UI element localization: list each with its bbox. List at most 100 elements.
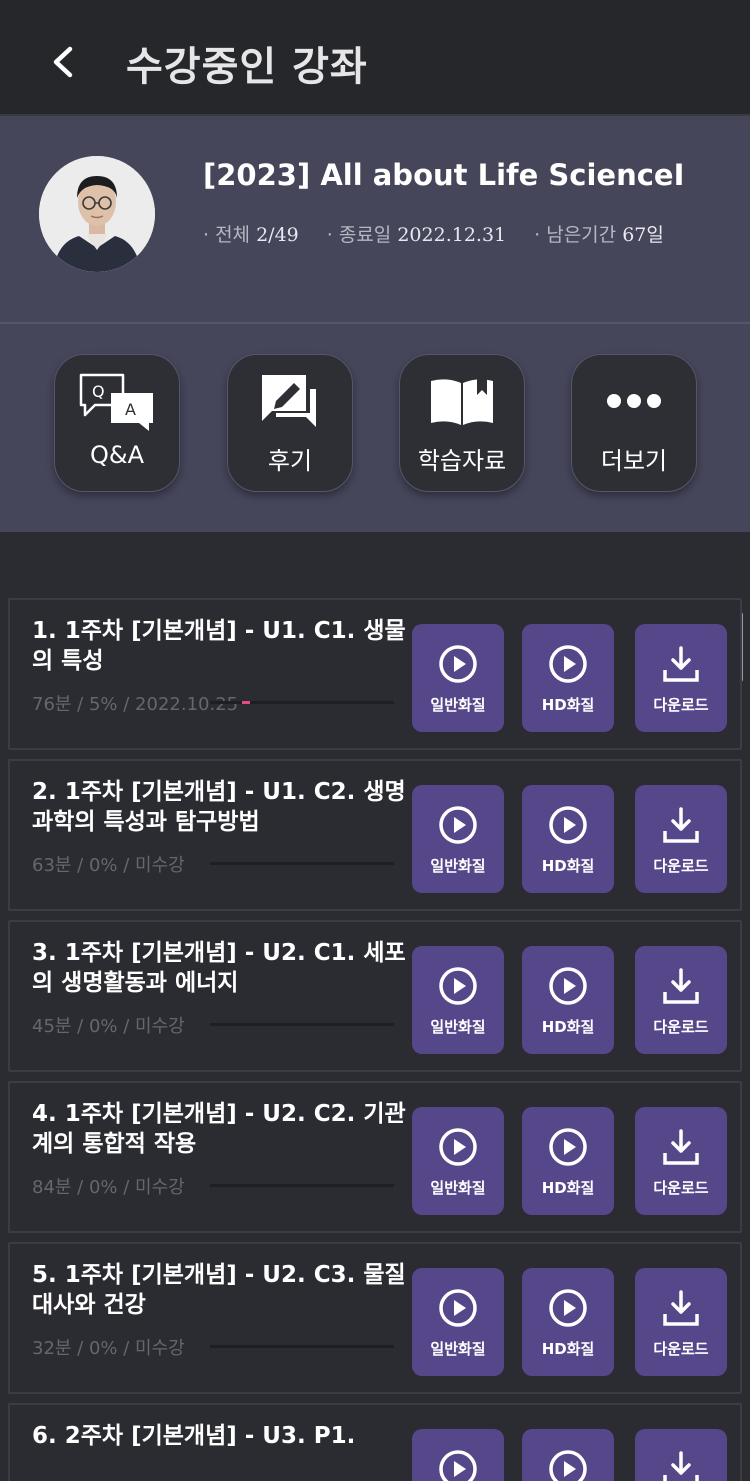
lecture-meta: 63분 / 0% / 미수강 — [32, 855, 185, 876]
lecture-meta: 76분 / 5% / 2022.10.25 — [32, 694, 239, 715]
play-icon — [522, 1286, 614, 1330]
play-normal-button[interactable]: 일반화질 — [412, 785, 504, 893]
lecture-item[interactable]: 1. 1주차 [기본개념] - U1. C1. 생물의 특성 76분 / 5% /… — [8, 598, 742, 750]
top-bar: 수강중인 강좌 — [0, 0, 750, 116]
play-hd-label: HD화질 — [541, 696, 595, 714]
progress-bar — [210, 701, 394, 704]
play-normal-button[interactable]: 일반화질 — [412, 1107, 504, 1215]
meta-total: · 전체 2/49 — [203, 220, 299, 247]
review-button[interactable]: 후기 — [227, 354, 353, 492]
play-hd-label: HD화질 — [541, 1340, 595, 1358]
play-hd-button[interactable]: HD화질 — [522, 946, 614, 1054]
materials-button[interactable]: 학습자료 — [399, 354, 525, 492]
course-title: [2023] All about Life ScienceI — [203, 158, 685, 192]
download-label: 다운로드 — [653, 1340, 709, 1358]
play-hd-button[interactable]: HD화질 — [522, 785, 614, 893]
meta-total-label: · 전체 — [203, 224, 251, 246]
play-normal-button[interactable]: 일반화질 — [412, 624, 504, 732]
play-normal-label: 일반화질 — [430, 1018, 486, 1036]
play-icon — [412, 1125, 504, 1169]
play-icon — [522, 803, 614, 847]
lecture-item[interactable]: 4. 1주차 [기본개념] - U2. C2. 기관계의 통합적 작용 84분 /… — [8, 1081, 742, 1233]
lecture-meta: 84분 / 0% / 미수강 — [32, 1177, 185, 1198]
download-label: 다운로드 — [653, 857, 709, 875]
play-icon — [412, 1447, 504, 1481]
play-normal-label: 일반화질 — [430, 1340, 486, 1358]
lecture-title: 3. 1주차 [기본개념] - U2. C1. 세포의 생명활동과 에너지 — [32, 940, 406, 996]
lecture-meta: 45분 / 0% / 미수강 — [32, 1016, 185, 1037]
course-meta: · 전체 2/49 · 종료일 2022.12.31 · 남은기간 67일 — [203, 220, 692, 247]
play-normal-label: 일반화질 — [430, 1179, 486, 1197]
download-icon — [635, 1286, 727, 1330]
download-icon — [635, 803, 727, 847]
back-button[interactable] — [40, 40, 84, 84]
meta-end-date: · 종료일 2022.12.31 — [327, 220, 506, 247]
play-normal-button[interactable]: 일반화질 — [412, 1429, 504, 1481]
download-label: 다운로드 — [653, 1018, 709, 1036]
svg-text:A: A — [125, 400, 136, 419]
meta-end-date-value: 2022.12.31 — [397, 224, 507, 246]
more-button[interactable]: 더보기 — [571, 354, 697, 492]
download-icon — [635, 642, 727, 686]
lecture-title: 6. 2주차 [기본개념] - U3. P1. — [32, 1423, 356, 1449]
play-hd-button[interactable]: HD화질 — [522, 1429, 614, 1481]
play-hd-button[interactable]: HD화질 — [522, 624, 614, 732]
more-label: 더보기 — [600, 447, 668, 475]
lecture-title: 4. 1주차 [기본개념] - U2. C2. 기관계의 통합적 작용 — [32, 1101, 406, 1157]
lecture-item[interactable]: 6. 2주차 [기본개념] - U3. P1. 일반화질 HD화질 다운로드 — [8, 1403, 742, 1481]
play-hd-label: HD화질 — [541, 1018, 595, 1036]
download-icon — [635, 1125, 727, 1169]
play-normal-button[interactable]: 일반화질 — [412, 1268, 504, 1376]
meta-end-date-label: · 종료일 — [326, 224, 392, 246]
progress-bar — [210, 1184, 394, 1187]
download-button[interactable]: 다운로드 — [635, 1107, 727, 1215]
more-icon — [572, 369, 696, 433]
download-label: 다운로드 — [653, 696, 709, 714]
course-info-panel: [2023] All about Life ScienceI · 전체 2/49… — [0, 116, 750, 324]
lecture-meta: 32분 / 0% / 미수강 — [32, 1338, 185, 1359]
lecture-title: 5. 1주차 [기본개념] - U2. C3. 물질대사와 건강 — [32, 1262, 406, 1318]
review-icon — [228, 369, 352, 433]
chevron-left-icon — [53, 46, 73, 78]
progress-bar — [210, 862, 394, 865]
svg-text:Q: Q — [92, 382, 105, 401]
play-icon — [412, 964, 504, 1008]
play-hd-label: HD화질 — [541, 857, 595, 875]
progress-fill — [242, 701, 250, 704]
instructor-avatar — [39, 156, 155, 272]
play-icon — [412, 642, 504, 686]
meta-remaining-label: · 남은기간 — [534, 224, 617, 246]
progress-bar — [210, 1023, 394, 1026]
play-icon — [412, 803, 504, 847]
download-icon — [635, 1447, 727, 1481]
meta-remaining-value: 67일 — [622, 224, 664, 246]
lecture-title: 2. 1주차 [기본개념] - U1. C2. 생명과학의 특성과 탐구방법 — [32, 779, 406, 835]
qa-icon: Q A — [55, 369, 179, 433]
download-icon — [635, 964, 727, 1008]
lecture-list[interactable]: 1. 1주차 [기본개념] - U1. C1. 생물의 특성 76분 / 5% /… — [0, 532, 750, 1481]
play-hd-button[interactable]: HD화질 — [522, 1107, 614, 1215]
qa-label: Q&A — [89, 441, 145, 469]
download-button[interactable]: 다운로드 — [635, 1268, 727, 1376]
play-hd-button[interactable]: HD화질 — [522, 1268, 614, 1376]
lecture-item[interactable]: 2. 1주차 [기본개념] - U1. C2. 생명과학의 특성과 탐구방법 63… — [8, 759, 742, 911]
materials-label: 학습자료 — [417, 447, 507, 475]
play-hd-label: HD화질 — [541, 1179, 595, 1197]
progress-bar — [210, 1345, 394, 1348]
download-button[interactable]: 다운로드 — [635, 1429, 727, 1481]
download-button[interactable]: 다운로드 — [635, 785, 727, 893]
meta-total-value: 2/49 — [256, 224, 299, 246]
quick-menu: Q A Q&A 후기 학습자료 더보기 — [0, 324, 750, 532]
review-label: 후기 — [267, 447, 313, 475]
download-button[interactable]: 다운로드 — [635, 946, 727, 1054]
download-label: 다운로드 — [653, 1179, 709, 1197]
play-normal-label: 일반화질 — [430, 857, 486, 875]
play-normal-button[interactable]: 일반화질 — [412, 946, 504, 1054]
play-icon — [522, 1125, 614, 1169]
lecture-title: 1. 1주차 [기본개념] - U1. C1. 생물의 특성 — [32, 618, 406, 674]
lecture-item[interactable]: 5. 1주차 [기본개념] - U2. C3. 물질대사와 건강 32분 / 0%… — [8, 1242, 742, 1394]
qa-button[interactable]: Q A Q&A — [54, 354, 180, 492]
lecture-item[interactable]: 3. 1주차 [기본개념] - U2. C1. 세포의 생명활동과 에너지 45분… — [8, 920, 742, 1072]
download-button[interactable]: 다운로드 — [635, 624, 727, 732]
play-normal-label: 일반화질 — [430, 696, 486, 714]
